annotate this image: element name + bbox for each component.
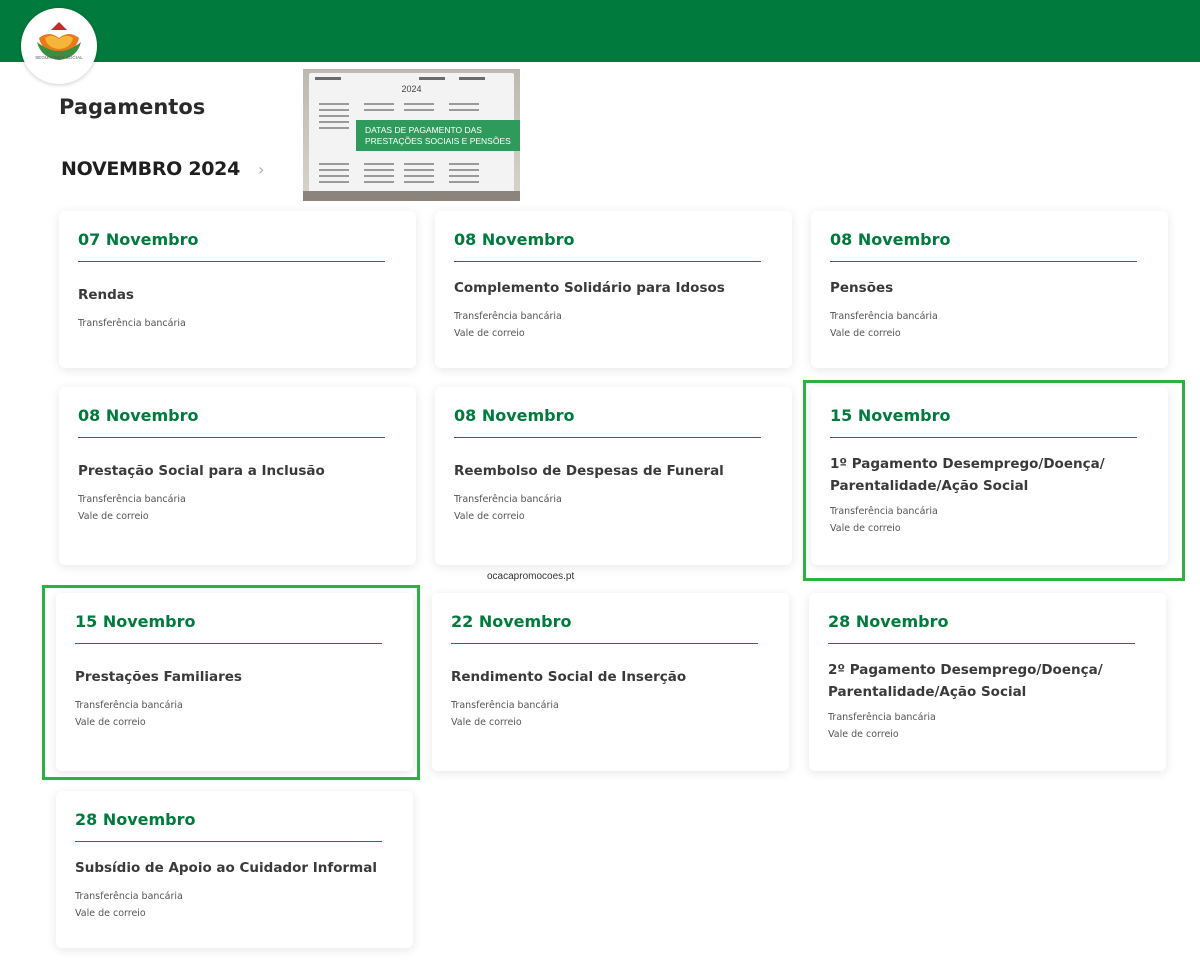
card-date: 08 Novembro	[830, 230, 951, 249]
card-title: Reembolso de Despesas de Funeral	[454, 463, 724, 479]
payment-card[interactable]: 08 Novembro Reembolso de Despesas de Fun…	[435, 387, 792, 565]
payment-method: Vale de correio	[78, 511, 149, 522]
card-title: 2º Pagamento Desemprego/Doença/ Parental…	[828, 659, 1166, 703]
card-methods: Transferência bancária Vale de correio	[828, 709, 1166, 743]
payment-method: Vale de correio	[830, 328, 901, 339]
card-divider	[451, 643, 758, 644]
card-divider	[828, 643, 1135, 644]
seguranca-social-logo[interactable]: SEGURANÇA SOCIAL	[21, 8, 97, 84]
chevron-right-icon[interactable]: ›	[258, 160, 264, 179]
payment-card[interactable]: 28 Novembro Subsídio de Apoio ao Cuidado…	[56, 791, 413, 948]
logo-emblem-icon	[37, 22, 81, 60]
card-title-line: 2º Pagamento Desemprego/Doença/	[828, 662, 1103, 678]
payment-method: Transferência bancária	[78, 494, 186, 505]
card-methods: Transferência bancária Vale de correio	[78, 491, 416, 525]
payment-method: Vale de correio	[451, 717, 522, 728]
calendar-year: 2024	[401, 84, 422, 94]
payment-card[interactable]: 28 Novembro 2º Pagamento Desemprego/Doen…	[809, 593, 1166, 771]
payment-method: Vale de correio	[454, 511, 525, 522]
banner-line-2: PRESTAÇÕES SOCIAIS E PENSÕES	[365, 135, 511, 146]
payment-method: Transferência bancária	[75, 891, 183, 902]
payment-calendar-image: 2024 DATAS DE PAGAMENTO DAS PRESTAÇÕES S…	[303, 69, 520, 201]
card-methods: Transferência bancária Vale de correio	[830, 308, 1168, 342]
payment-method: Transferência bancária	[451, 700, 559, 711]
card-title-line: Parentalidade/Ação Social	[828, 684, 1027, 700]
card-date: 28 Novembro	[75, 810, 196, 829]
payment-method: Transferência bancária	[828, 712, 936, 723]
card-date: 08 Novembro	[78, 406, 199, 425]
card-title: Rendimento Social de Inserção	[451, 669, 687, 685]
card-title: Prestação Social para a Inclusão	[78, 463, 325, 479]
payment-method: Transferência bancária	[454, 494, 562, 505]
card-date: 07 Novembro	[78, 230, 199, 249]
payment-method: Vale de correio	[454, 328, 525, 339]
card-date: 28 Novembro	[828, 612, 949, 631]
card-date: 22 Novembro	[451, 612, 572, 631]
card-divider	[75, 841, 382, 842]
payment-card[interactable]: 08 Novembro Complemento Solidário para I…	[435, 211, 792, 368]
card-date: 08 Novembro	[454, 406, 575, 425]
card-title: Subsídio de Apoio ao Cuidador Informal	[75, 860, 377, 876]
highlight-box	[803, 380, 1185, 581]
month-label: NOVEMBRO 2024	[61, 158, 240, 180]
payment-method: Vale de correio	[828, 729, 899, 740]
payment-method: Vale de correio	[75, 908, 146, 919]
payment-card[interactable]: 08 Novembro Prestação Social para a Incl…	[59, 387, 416, 565]
highlight-box	[42, 585, 420, 780]
page-title: Pagamentos	[59, 95, 206, 119]
payment-method: Transferência bancária	[454, 311, 562, 322]
banner-line-1: DATAS DE PAGAMENTO DAS	[365, 125, 482, 135]
card-divider	[830, 261, 1137, 262]
logo-text: SEGURANÇA SOCIAL	[35, 55, 83, 60]
payment-method: Transferência bancária	[78, 318, 186, 329]
card-divider	[454, 261, 761, 262]
card-divider	[78, 437, 385, 438]
card-methods: Transferência bancária Vale de correio	[75, 888, 413, 922]
payment-card[interactable]: 08 Novembro Pensões Transferência bancár…	[811, 211, 1168, 368]
card-methods: Transferência bancária	[78, 315, 416, 332]
card-methods: Transferência bancária Vale de correio	[454, 491, 792, 525]
card-divider	[78, 261, 385, 262]
card-title: Pensões	[830, 280, 894, 296]
card-date: 08 Novembro	[454, 230, 575, 249]
card-divider	[454, 437, 761, 438]
payment-card[interactable]: 22 Novembro Rendimento Social de Inserçã…	[432, 593, 789, 771]
calendar-base	[303, 191, 520, 201]
top-bar	[0, 0, 1200, 62]
watermark-text: ocacapromocoes.pt	[487, 571, 575, 582]
calendar-banner: DATAS DE PAGAMENTO DAS PRESTAÇÕES SOCIAI…	[356, 120, 520, 151]
card-methods: Transferência bancária Vale de correio	[451, 697, 789, 731]
card-title: Rendas	[78, 287, 134, 303]
payment-method: Transferência bancária	[830, 311, 938, 322]
month-navigator: NOVEMBRO 2024 ›	[61, 158, 264, 180]
card-title: Complemento Solidário para Idosos	[454, 280, 725, 296]
payment-card[interactable]: 07 Novembro Rendas Transferência bancári…	[59, 211, 416, 368]
card-methods: Transferência bancária Vale de correio	[454, 308, 792, 342]
